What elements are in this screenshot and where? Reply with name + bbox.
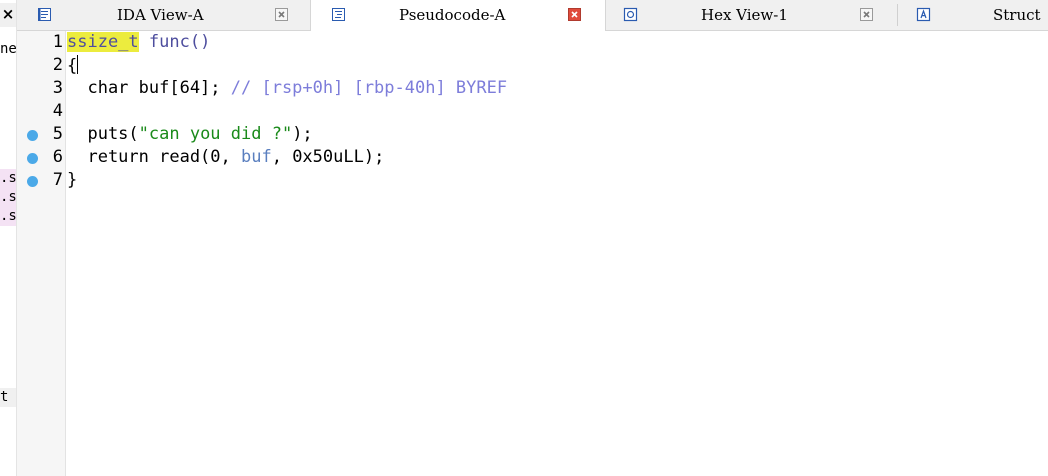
code-line[interactable]: 5 puts("can you did ?"); [17, 123, 1048, 146]
tab-pseudocode-a[interactable]: Pseudocode-A [310, 0, 606, 31]
call-token[interactable]: puts( [67, 124, 138, 144]
code-text[interactable]: return read(0, buf, 0x50uLL); [67, 147, 384, 167]
left-panel-sliver: × ne .s .s .s t [0, 0, 17, 476]
tab-hex-view-1[interactable]: Hex View-1 [605, 0, 897, 30]
tab-label: IDA View-A [117, 6, 204, 24]
pseudocode-view[interactable]: 1 ssize_t func() 2 { 3 char buf[64]; // … [17, 31, 1048, 476]
close-icon[interactable] [275, 8, 288, 21]
brace-token: { [67, 56, 78, 76]
code-line[interactable]: 2 { [17, 54, 1048, 77]
code-line[interactable]: 7 } [17, 169, 1048, 192]
brace-token: } [67, 170, 78, 190]
code-line[interactable]: 3 char buf[64]; // [rsp+0h] [rbp-40h] BY… [17, 77, 1048, 100]
structures-icon [916, 7, 931, 22]
tab-ida-view-a[interactable]: IDA View-A [17, 0, 309, 30]
comment-token: // [rsp+0h] [rbp-40h] BYREF [230, 78, 508, 98]
hex-view-icon [623, 7, 638, 22]
call-token: , 0x50uLL); [271, 147, 385, 167]
close-icon[interactable] [860, 8, 873, 21]
string-literal[interactable]: "can you did ?" [139, 124, 293, 144]
panel-fragment-text: .s [0, 169, 17, 188]
breakpoint-dot-icon[interactable] [27, 176, 38, 187]
variable-token[interactable]: buf [241, 147, 272, 167]
line-number: 1 [52, 32, 63, 52]
line-number: 6 [52, 147, 63, 167]
disassembly-icon [37, 7, 52, 22]
breakpoint-dot-icon[interactable] [27, 130, 38, 141]
tab-bar: IDA View-A Pseudocode-A Hex View-1 Struc… [17, 0, 1048, 31]
panel-fragment-text: .s [0, 207, 17, 226]
return-type-token[interactable]: ssize_t [67, 32, 139, 52]
line-number: 4 [52, 101, 63, 121]
line-number: 2 [52, 55, 63, 75]
code-text[interactable]: char buf[64]; // [rsp+0h] [rbp-40h] BYRE… [67, 78, 507, 98]
line-number: 7 [52, 170, 63, 190]
close-icon[interactable] [568, 8, 581, 21]
pseudocode-icon [331, 7, 346, 22]
call-token: ); [292, 124, 313, 144]
tab-label: Struct [993, 6, 1041, 24]
code-line[interactable]: 1 ssize_t func() [17, 31, 1048, 54]
code-text[interactable]: { [67, 55, 79, 76]
text-cursor [77, 55, 79, 74]
tab-label: Pseudocode-A [399, 6, 506, 24]
panel-fragment-text: .s [0, 188, 17, 207]
code-line[interactable]: 4 [17, 100, 1048, 123]
code-text[interactable]: puts("can you did ?"); [67, 124, 313, 144]
panel-fragment-text: ne [0, 41, 17, 57]
call-token[interactable]: return read(0, [67, 147, 241, 167]
panel-fragment-text: t [0, 388, 16, 407]
function-signature[interactable]: func() [139, 32, 210, 52]
tab-label: Hex View-1 [701, 6, 788, 24]
breakpoint-dot-icon[interactable] [27, 153, 38, 164]
code-text[interactable]: ssize_t func() [67, 32, 210, 52]
code-line[interactable]: 6 return read(0, buf, 0x50uLL); [17, 146, 1048, 169]
code-text[interactable]: } [67, 170, 77, 190]
declaration-token[interactable]: char buf[64]; [67, 78, 231, 98]
tab-structures[interactable]: Struct [898, 0, 1048, 30]
panel-close-icon[interactable]: × [0, 3, 16, 27]
line-number: 5 [52, 124, 63, 144]
line-number: 3 [52, 78, 63, 98]
